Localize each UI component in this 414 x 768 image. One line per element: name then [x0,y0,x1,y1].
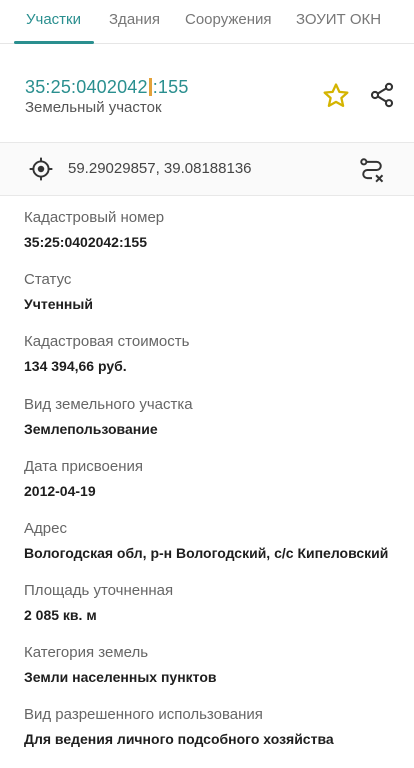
route-button[interactable] [358,156,386,184]
field-land-type: Вид земельного участка Землепользование [24,396,404,438]
divider [0,195,414,196]
field-address: Адрес Вологодская обл, р-н Вологодский, … [24,520,404,562]
show-on-map-button[interactable] [28,156,54,182]
tab-uchastki[interactable]: Участки [26,11,81,28]
field-value[interactable]: 134 394,66 руб. [24,358,404,375]
field-label: Площадь уточненная [24,582,174,599]
field-label: Вид разрешенного использования [24,706,263,723]
tab-bar: Участки Здания Сооружения ЗОУИТ ОКН [0,0,414,44]
cadastral-title-part1: 35:25:0402042 [25,77,148,97]
coordinates-row: 59.29029857, 39.08188136 [0,143,414,195]
field-cadastral-cost: Кадастровая стоимость 134 394,66 руб. [24,333,404,375]
crosshair-location-icon [29,157,53,181]
field-label: Статус [24,271,72,288]
field-label: Кадастровый номер [24,209,165,226]
field-value[interactable]: Землепользование [24,421,404,438]
field-area: Площадь уточненная 2 085 кв. м [24,582,404,624]
field-label: Категория земель [24,644,149,661]
cadastral-title[interactable]: 35:25:0402042:155 [25,77,189,98]
tab-zdaniya[interactable]: Здания [109,11,160,28]
share-button[interactable] [368,81,396,109]
field-status: Статус Учтенный [24,271,404,313]
share-icon [370,82,394,108]
field-label: Вид земельного участка [24,396,193,413]
field-label: Адрес [24,520,67,537]
field-cadastral-number: Кадастровый номер 35:25:0402042:155 [24,209,404,251]
coordinates-text[interactable]: 59.29029857, 39.08188136 [68,160,252,177]
field-value[interactable]: 2012-04-19 [24,483,404,500]
field-permitted-use: Вид разрешенного использования Для веден… [24,706,404,748]
field-label: Дата присвоения [24,458,143,475]
tab-zouit-okn[interactable]: ЗОУИТ ОКН [296,11,381,28]
field-assignment-date: Дата присвоения 2012-04-19 [24,458,404,500]
cadastral-title-part2: :155 [152,77,189,97]
field-value[interactable]: Земли населенных пунктов [24,669,404,686]
field-land-category: Категория земель Земли населенных пункто… [24,644,404,686]
field-value[interactable]: Учтенный [24,296,404,313]
parcel-header: 35:25:0402042:155 Земельный участок [0,44,414,142]
favorite-button[interactable] [321,81,351,111]
field-value[interactable]: Для ведения личного подсобного хозяйства [24,731,404,748]
star-outline-icon [323,83,349,107]
route-clear-icon [360,158,384,183]
field-value[interactable]: 2 085 кв. м [24,607,404,624]
field-value[interactable]: 35:25:0402042:155 [24,234,404,251]
text-cursor [148,78,152,96]
tab-sooruzheniya[interactable]: Сооружения [185,11,272,28]
parcel-type-subtitle: Земельный участок [25,99,162,116]
field-value[interactable]: Вологодская обл, р-н Вологодский, с/с Ки… [24,545,404,562]
field-label: Кадастровая стоимость [24,333,190,350]
